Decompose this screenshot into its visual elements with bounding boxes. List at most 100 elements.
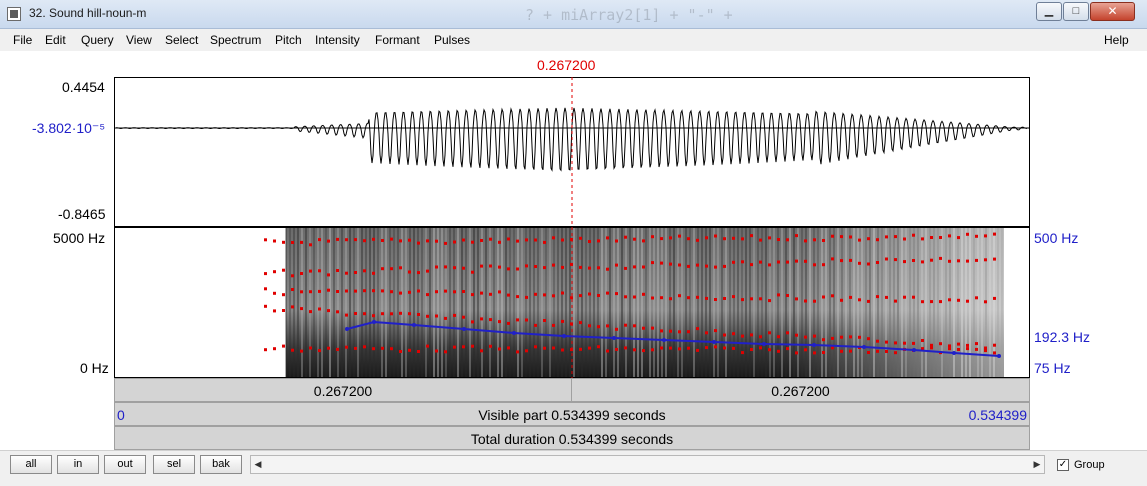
formant-point <box>561 265 564 269</box>
formant-point <box>327 309 330 313</box>
formant-point <box>408 312 411 316</box>
menu-help[interactable]: Help <box>1104 33 1129 47</box>
formant-point <box>498 320 501 324</box>
spectrogram-bottom-freq-label: 0 Hz <box>80 360 109 376</box>
zoom-back-button[interactable]: bak <box>200 455 242 474</box>
formant-point <box>975 296 978 300</box>
visible-part-bar[interactable]: 0 Visible part 0.534399 seconds 0.534399 <box>114 402 1030 426</box>
formant-point <box>723 346 726 350</box>
formant-point <box>975 234 978 238</box>
formant-point <box>876 238 879 242</box>
formant-point <box>804 259 807 263</box>
formant-point <box>741 260 744 264</box>
formant-point <box>300 240 303 244</box>
formant-point <box>588 266 591 270</box>
formant-point <box>768 331 771 335</box>
close-button[interactable]: ✕ <box>1090 2 1135 21</box>
formant-point <box>372 271 375 275</box>
group-checkbox[interactable]: ✓ <box>1057 459 1069 471</box>
menu-query[interactable]: Query <box>81 33 114 47</box>
formant-point <box>858 238 861 242</box>
sound-plot-area[interactable] <box>114 77 1030 378</box>
menu-pulses[interactable]: Pulses <box>434 33 470 47</box>
menu-edit[interactable]: Edit <box>45 33 66 47</box>
formant-point <box>516 350 519 354</box>
formant-point <box>705 346 708 350</box>
menu-formant[interactable]: Formant <box>375 33 420 47</box>
scroll-left-icon[interactable]: ◀ <box>251 456 265 473</box>
formant-point <box>444 241 447 245</box>
formant-point <box>777 238 780 241</box>
formant-point <box>957 236 960 240</box>
formant-point <box>444 350 447 354</box>
maximize-button[interactable]: □ <box>1063 2 1089 21</box>
formant-point <box>318 349 321 353</box>
horizontal-scrollbar[interactable]: ◀ ▶ <box>250 455 1045 474</box>
formant-point <box>417 289 420 293</box>
formant-point <box>642 349 645 353</box>
pitch-point <box>812 343 816 347</box>
formant-point <box>867 337 870 341</box>
sound-editor-canvas[interactable]: 0.267200 0.4454 -3.802·10⁻⁵ -0.8465 5000… <box>0 51 1147 450</box>
formant-point <box>984 346 987 350</box>
zoom-all-button[interactable]: all <box>10 455 52 474</box>
zoom-selection-button[interactable]: sel <box>153 455 195 474</box>
formant-point <box>291 274 294 278</box>
formant-point <box>813 238 816 242</box>
formant-point <box>903 237 906 241</box>
formant-point <box>822 239 825 242</box>
formant-point <box>588 240 591 243</box>
formant-point <box>435 239 438 243</box>
formant-point <box>885 235 888 239</box>
formant-point <box>840 235 843 239</box>
formant-point <box>354 346 357 350</box>
formant-point <box>759 297 762 301</box>
formant-point <box>993 343 996 347</box>
formant-point <box>480 239 483 242</box>
formant-point <box>579 236 582 240</box>
formant-point <box>741 351 744 355</box>
formant-point <box>615 239 618 243</box>
formant-point <box>624 346 627 350</box>
formant-point <box>417 271 420 275</box>
formant-point <box>939 342 942 346</box>
formant-point <box>300 290 303 294</box>
group-label: Group <box>1074 459 1105 471</box>
formant-point <box>921 300 924 304</box>
formant-point <box>687 296 690 300</box>
menu-intensity[interactable]: Intensity <box>315 33 360 47</box>
formant-point <box>741 237 744 241</box>
scroll-right-icon[interactable]: ▶ <box>1030 456 1044 473</box>
formant-point <box>489 292 492 296</box>
segment-left-label: 0.267200 <box>313 383 373 399</box>
formant-point <box>561 238 564 242</box>
zoom-in-button[interactable]: in <box>57 455 99 474</box>
segment-left[interactable]: 0.267200 <box>114 378 572 402</box>
zoom-out-button[interactable]: out <box>104 455 146 474</box>
formant-point <box>984 258 987 262</box>
menu-file[interactable]: File <box>13 33 32 47</box>
menu-select[interactable]: Select <box>165 33 198 47</box>
formant-point <box>993 257 996 261</box>
formant-point <box>264 304 267 308</box>
minimize-button[interactable]: ▁ <box>1036 2 1062 21</box>
total-duration-bar[interactable]: Total duration 0.534399 seconds <box>114 426 1030 450</box>
formant-point <box>552 263 555 267</box>
menu-pitch[interactable]: Pitch <box>275 33 302 47</box>
formant-point <box>273 309 276 313</box>
menu-view[interactable]: View <box>126 33 152 47</box>
formant-point <box>489 237 492 241</box>
formant-point <box>804 335 807 339</box>
pitch-point <box>345 327 349 331</box>
formant-point <box>426 293 429 297</box>
formant-point <box>696 348 699 352</box>
segment-right[interactable]: 0.267200 <box>571 378 1030 402</box>
formant-point <box>660 296 663 300</box>
formant-point <box>975 347 978 351</box>
formant-point <box>750 234 753 238</box>
formant-point <box>327 273 330 277</box>
menu-spectrum[interactable]: Spectrum <box>210 33 261 47</box>
formant-point <box>849 295 852 299</box>
formant-point <box>669 297 672 301</box>
formant-point <box>912 295 915 299</box>
